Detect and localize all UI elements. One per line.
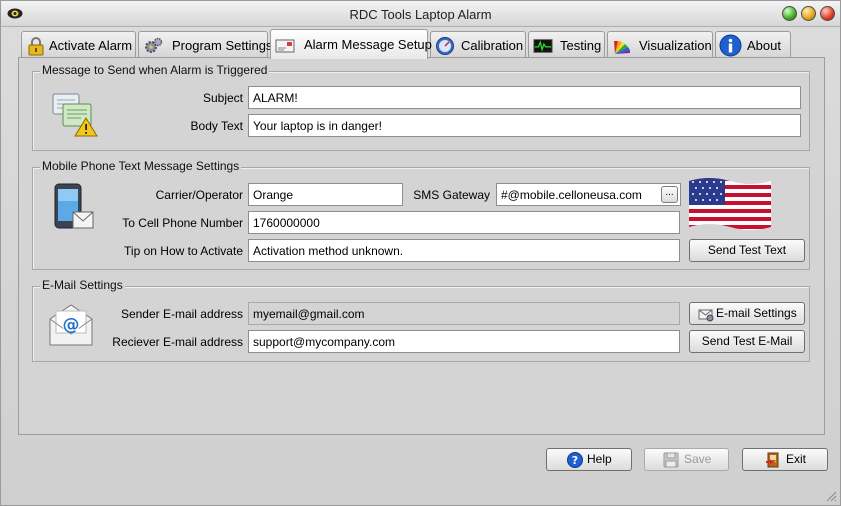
- tab-label: About: [747, 38, 781, 53]
- gateway-browse-button[interactable]: ...: [661, 186, 678, 203]
- tab-label: Calibration: [461, 38, 524, 53]
- messages-warning-icon: [52, 93, 98, 137]
- us-flag-icon: [689, 178, 771, 230]
- receiver-email-label: Reciever E-mail address: [112, 335, 243, 349]
- tab-visualization[interactable]: Visualization: [607, 31, 713, 58]
- tab-label: Testing: [560, 38, 602, 53]
- tab-label: Visualization: [639, 38, 712, 53]
- minimize-button[interactable]: [782, 6, 797, 21]
- gauge-icon: [436, 37, 454, 55]
- exit-door-icon: [766, 452, 779, 468]
- group-title: E-Mail Settings: [40, 278, 125, 292]
- sender-email-label: Sender E-mail address: [120, 307, 243, 321]
- subject-field[interactable]: [248, 86, 801, 109]
- send-test-text-button[interactable]: Send Test Text: [689, 239, 805, 262]
- info-icon: [719, 34, 742, 57]
- resize-grip-icon[interactable]: [825, 490, 837, 502]
- sms-gateway-label: SMS Gateway: [413, 188, 490, 202]
- maximize-button[interactable]: [801, 6, 816, 21]
- subject-label: Subject: [202, 91, 243, 105]
- title-bar: RDC Tools Laptop Alarm: [1, 1, 840, 27]
- group-title: Message to Send when Alarm is Triggered: [40, 63, 270, 77]
- body-text-field[interactable]: [248, 114, 801, 137]
- carrier-field[interactable]: [248, 183, 403, 206]
- button-label: Help: [587, 452, 612, 466]
- tab-about[interactable]: About: [715, 31, 791, 58]
- email-settings-icon: [698, 309, 714, 322]
- sender-email-field[interactable]: [248, 302, 680, 325]
- tab-activate-alarm[interactable]: Activate Alarm: [21, 31, 136, 58]
- body-text-label: Body Text: [190, 119, 243, 133]
- app-window: RDC Tools Laptop Alarm Activate Alarm Pr…: [0, 0, 841, 506]
- close-button[interactable]: [820, 6, 835, 21]
- tab-program-settings[interactable]: Program Settings: [138, 31, 272, 58]
- window-title: RDC Tools Laptop Alarm: [349, 7, 492, 22]
- button-label: E-mail Settings: [716, 306, 797, 320]
- tab-alarm-message-setup[interactable]: Alarm Message Setup: [270, 29, 432, 59]
- help-icon: ?: [567, 452, 583, 468]
- group-title: Mobile Phone Text Message Settings: [40, 159, 242, 173]
- send-test-email-button[interactable]: Send Test E-Mail: [689, 330, 805, 353]
- message-group: Message to Send when Alarm is Triggered …: [32, 63, 810, 151]
- button-label: Send Test E-Mail: [701, 334, 793, 348]
- tab-calibration[interactable]: Calibration: [430, 31, 526, 58]
- gears-icon: [145, 37, 163, 53]
- email-group: E-Mail Settings @ Sender E-mail address …: [32, 278, 810, 362]
- save-button[interactable]: Save: [644, 448, 729, 471]
- exit-button[interactable]: Exit: [742, 448, 828, 471]
- tab-label: Program Settings: [172, 38, 273, 53]
- button-label: Save: [684, 452, 712, 466]
- svg-text:@: @: [63, 315, 80, 335]
- button-label: Send Test Text: [707, 243, 787, 257]
- mobile-group: Mobile Phone Text Message Settings Carri…: [32, 159, 810, 270]
- tab-testing[interactable]: Testing: [528, 31, 605, 58]
- svg-text:?: ?: [572, 454, 578, 467]
- carrier-label: Carrier/Operator: [155, 188, 243, 202]
- tab-label: Alarm Message Setup: [304, 37, 432, 52]
- help-button[interactable]: ? Help: [546, 448, 632, 471]
- floppy-disk-icon: [663, 452, 679, 468]
- email-settings-button[interactable]: E-mail Settings: [689, 302, 805, 325]
- email-envelope-icon: @: [49, 304, 93, 346]
- receiver-email-field[interactable]: [248, 330, 680, 353]
- tab-panel: Message to Send when Alarm is Triggered …: [18, 57, 825, 435]
- tab-label: Activate Alarm: [49, 38, 133, 53]
- mobile-phone-icon: [54, 183, 94, 229]
- cell-number-label: To Cell Phone Number: [122, 216, 243, 230]
- activation-tip-field[interactable]: [248, 239, 680, 262]
- cell-number-field[interactable]: [248, 211, 680, 234]
- padlock-icon: [28, 37, 44, 56]
- color-fan-icon: [614, 41, 630, 54]
- monitor-graph-icon: [533, 39, 553, 53]
- sms-gateway-field[interactable]: [496, 183, 681, 206]
- activation-tip-label: Tip on How to Activate: [124, 244, 243, 258]
- envelope-icon: [275, 39, 295, 53]
- button-label: Exit: [786, 452, 807, 466]
